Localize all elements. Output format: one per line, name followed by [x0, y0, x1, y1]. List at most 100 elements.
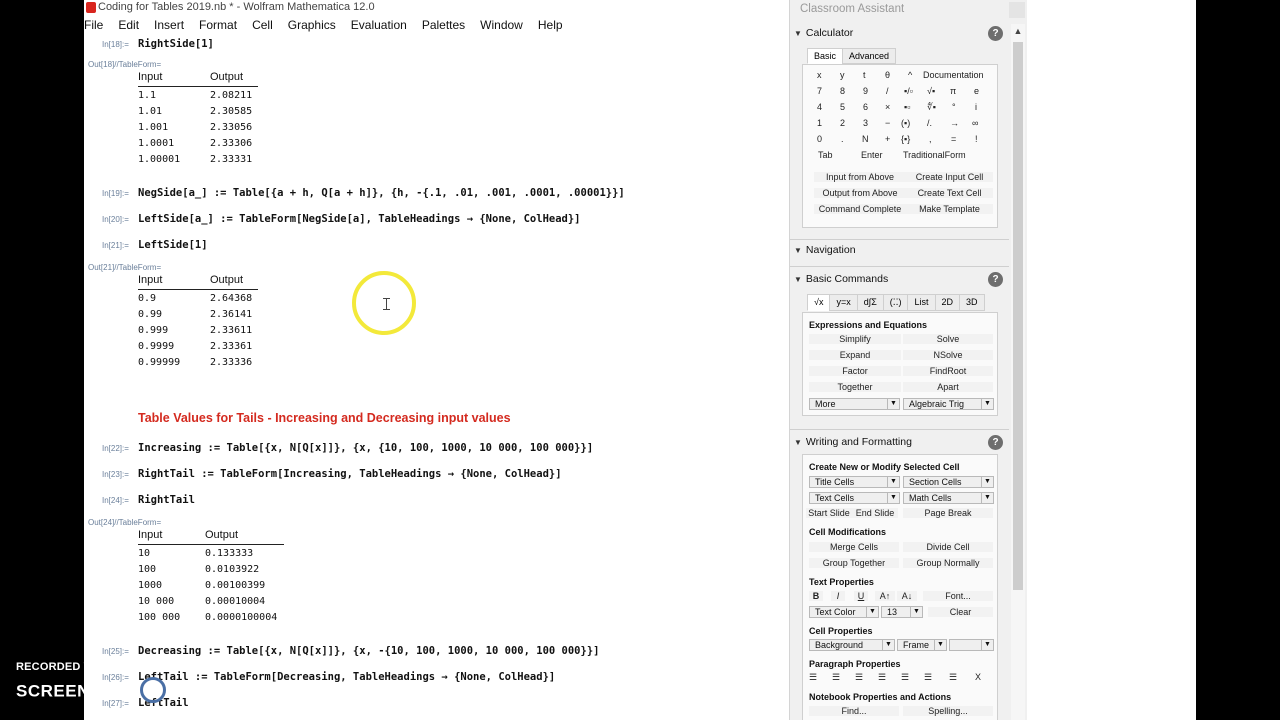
palette-close-button[interactable]	[1009, 2, 1025, 18]
align-left-icon[interactable]: ☰	[809, 672, 817, 683]
calc-key[interactable]: .	[841, 134, 844, 144]
input-cell[interactable]: RightSide[1]	[138, 38, 214, 50]
section-cells-dropdown[interactable]: Section Cells ▼	[903, 476, 994, 488]
tab-3d[interactable]: 3D	[959, 294, 985, 311]
calc-key[interactable]: 3	[863, 118, 868, 128]
calc-key[interactable]: e	[974, 86, 979, 96]
help-icon[interactable]: ?	[988, 26, 1003, 41]
calc-key[interactable]: 2	[840, 118, 845, 128]
calc-key[interactable]: =	[951, 134, 956, 144]
tab-key[interactable]: Tab	[818, 150, 833, 160]
start-slide-button[interactable]: Start Slide	[806, 508, 852, 518]
remove-format-button[interactable]: X	[975, 672, 981, 682]
create-text-cell-button[interactable]: Create Text Cell	[906, 188, 993, 198]
menu-help[interactable]: Help	[531, 17, 571, 35]
traditionalform-key[interactable]: TraditionalForm	[903, 150, 966, 160]
merge-cells-button[interactable]: Merge Cells	[809, 542, 899, 552]
outdent-icon[interactable]: ☰	[924, 672, 932, 683]
calc-key[interactable]: t	[863, 70, 866, 80]
expand-button[interactable]: Expand	[809, 350, 901, 360]
tab-2d[interactable]: 2D	[934, 294, 961, 311]
clear-button[interactable]: Clear	[928, 607, 993, 617]
scroll-thumb[interactable]	[1013, 42, 1023, 590]
calc-key[interactable]: 6	[863, 102, 868, 112]
spelling-button[interactable]: Spelling...	[903, 706, 993, 716]
calc-key[interactable]: ∞	[972, 118, 978, 128]
calc-key[interactable]: y	[840, 70, 845, 80]
command-complete-button[interactable]: Command Complete	[814, 204, 906, 214]
tab-advanced[interactable]: Advanced	[842, 48, 897, 64]
calc-key[interactable]: N	[862, 134, 869, 144]
calc-key[interactable]: (▪)	[901, 118, 910, 128]
make-template-button[interactable]: Make Template	[906, 204, 993, 214]
findroot-button[interactable]: FindRoot	[903, 366, 993, 376]
more-dropdown[interactable]: More ▼	[809, 398, 900, 410]
align-center-icon[interactable]: ☰	[832, 672, 840, 683]
apart-button[interactable]: Apart	[903, 382, 993, 392]
calc-key[interactable]: ∜▪	[927, 102, 936, 113]
menu-window[interactable]: Window	[473, 17, 531, 35]
calc-key[interactable]: 1	[817, 118, 822, 128]
calc-key[interactable]: i	[975, 102, 977, 112]
increase-size-button[interactable]: A↑	[875, 591, 895, 601]
tab-sqrt[interactable]: √x	[807, 294, 831, 311]
nsolve-button[interactable]: NSolve	[903, 350, 993, 360]
title-cells-dropdown[interactable]: Title Cells ▼	[809, 476, 900, 488]
math-cells-dropdown[interactable]: Math Cells ▼	[903, 492, 994, 504]
calc-key[interactable]: ^	[908, 70, 912, 80]
calc-key[interactable]: π	[950, 86, 956, 96]
help-icon[interactable]: ?	[988, 435, 1003, 450]
end-slide-button[interactable]: End Slide	[852, 508, 898, 518]
calc-key[interactable]: −	[885, 118, 890, 128]
calc-key[interactable]: /	[886, 86, 889, 96]
indent-icon[interactable]: ☰	[901, 672, 909, 683]
notebook-area[interactable]: In[18]:= RightSide[1] Out[18]//TableForm…	[84, 35, 784, 720]
tab-basic[interactable]: Basic	[807, 48, 844, 64]
enter-key[interactable]: Enter	[861, 150, 883, 160]
calc-key[interactable]: ×	[885, 102, 890, 112]
cell-style-dropdown[interactable]: ▼	[949, 639, 994, 651]
tab-list[interactable]: List	[907, 294, 936, 311]
group-normally-button[interactable]: Group Normally	[903, 558, 993, 568]
calc-key[interactable]: 9	[863, 86, 868, 96]
tab-calculus[interactable]: d∫Σ	[856, 294, 884, 311]
help-icon[interactable]: ?	[988, 272, 1003, 287]
factor-button[interactable]: Factor	[809, 366, 901, 376]
simplify-button[interactable]: Simplify	[809, 334, 901, 344]
group-together-button[interactable]: Group Together	[809, 558, 899, 568]
calc-key[interactable]: /.	[927, 118, 932, 128]
calc-key[interactable]: 8	[840, 86, 845, 96]
palette-scrollbar[interactable]: ▲	[1011, 24, 1025, 720]
calc-key[interactable]: +	[885, 134, 890, 144]
input-from-above-button[interactable]: Input from Above	[814, 172, 906, 182]
documentation-link[interactable]: Documentation	[923, 70, 984, 80]
section-heading[interactable]: Table Values for Tails - Increasing and …	[138, 411, 511, 425]
input-cell[interactable]: RightTail	[138, 494, 195, 506]
create-input-cell-button[interactable]: Create Input Cell	[906, 172, 993, 182]
font-button[interactable]: Font...	[923, 591, 993, 601]
solve-button[interactable]: Solve	[903, 334, 993, 344]
menu-cell[interactable]: Cell	[245, 17, 281, 35]
input-cell[interactable]: LeftSide[a_] := TableForm[NegSide[a], Ta…	[138, 213, 581, 225]
calc-key[interactable]: 4	[817, 102, 822, 112]
page-break-button[interactable]: Page Break	[903, 508, 993, 518]
input-cell[interactable]: RightTail := TableForm[Increasing, Table…	[138, 468, 562, 480]
output-from-above-button[interactable]: Output from Above	[814, 188, 906, 198]
italic-button[interactable]: I	[831, 591, 845, 601]
calc-key[interactable]: →	[950, 118, 959, 128]
calc-key[interactable]: √▪	[927, 86, 935, 96]
frame-dropdown[interactable]: Frame ▼	[897, 639, 947, 651]
calc-key[interactable]: 7	[817, 86, 822, 96]
tab-yx[interactable]: y=x	[829, 294, 858, 311]
together-button[interactable]: Together	[809, 382, 901, 392]
calc-key[interactable]: 5	[840, 102, 845, 112]
calc-key[interactable]: ,	[929, 134, 932, 144]
menu-palettes[interactable]: Palettes	[415, 17, 473, 35]
calc-key[interactable]: {▪}	[901, 134, 910, 144]
justify-icon[interactable]: ☰	[878, 672, 886, 683]
scroll-up-icon[interactable]: ▲	[1011, 24, 1025, 38]
menu-file[interactable]: File	[84, 17, 111, 35]
background-dropdown[interactable]: Background ▼	[809, 639, 895, 651]
algebraic-trig-dropdown[interactable]: Algebraic Trig ▼	[903, 398, 994, 410]
calculator-heading[interactable]: ▼ Calculator	[794, 27, 853, 39]
